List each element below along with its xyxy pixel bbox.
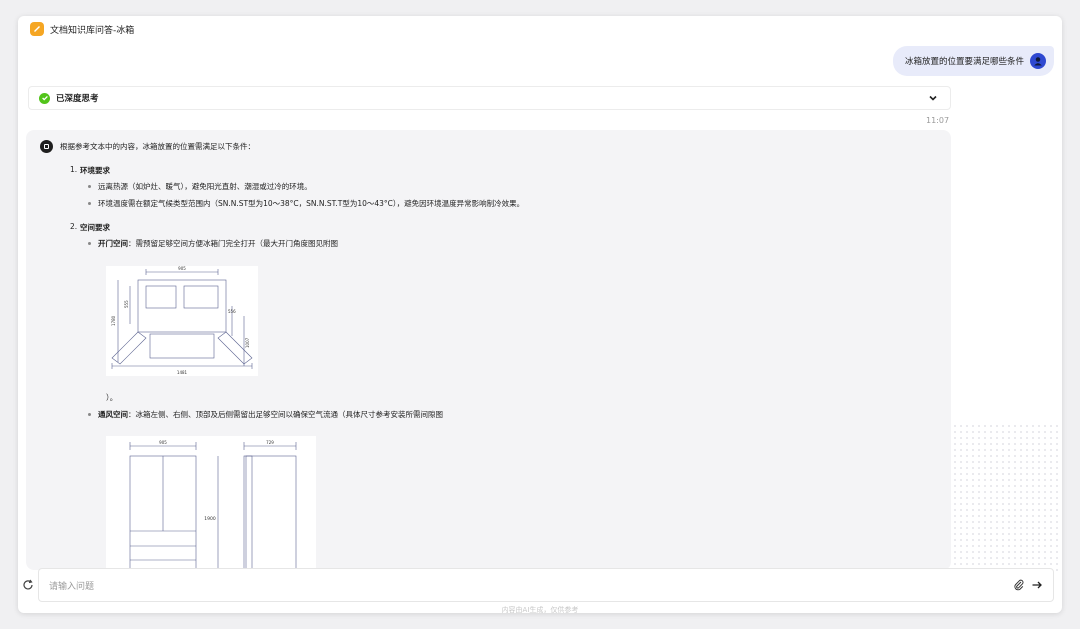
section1-number: 1. — [70, 165, 78, 174]
dim-label: 1481 — [177, 370, 188, 375]
message-timestamp: 11:07 — [926, 116, 950, 125]
bullet-dot — [88, 202, 91, 205]
dim-label: 1900 — [204, 516, 216, 522]
section2-number: 2. — [70, 222, 78, 231]
dim-label: 556 — [228, 309, 236, 314]
bullet-text: ：冰箱左侧、右侧、顶部及后侧需留出足够空间以确保空气流通（具体尺寸参考安装所需间… — [128, 410, 443, 419]
bullet-dot — [88, 413, 91, 416]
section2-bullet-1: 开门空间：需预留足够空间方便冰箱门完全打开（最大开门角度图见附图 — [98, 238, 338, 249]
check-icon — [39, 92, 50, 104]
thinking-toggle[interactable]: 已深度思考 — [28, 86, 951, 110]
chevron-down-icon[interactable] — [928, 93, 938, 103]
bullet-text: ：需预留足够空间方便冰箱门完全打开（最大开门角度图见附图 — [128, 239, 338, 248]
section2-title: 空间要求 — [80, 223, 110, 232]
section1-bullet-2: 环境温度需在额定气候类型范围内（SN.N.ST型为10～38°C，SN.N.ST… — [98, 199, 525, 208]
bullet-tail-text: ）。 — [106, 393, 118, 402]
dim-label: 729 — [266, 440, 274, 445]
dim-label: 905 — [178, 266, 186, 271]
section1-bullet-1: 远离热源（如炉灶、暖气），避免阳光直射、潮湿或过冷的环境。 — [98, 182, 312, 191]
refresh-icon[interactable] — [22, 579, 34, 591]
bullet-dot — [88, 185, 91, 188]
ventilation-diagram: 905 729 1900 — [106, 436, 316, 570]
bullet-dot — [88, 242, 91, 245]
input-placeholder: 请输入问题 — [49, 581, 95, 592]
dim-label: 555 — [124, 300, 129, 308]
door-opening-diagram: 905 1780 555 556 1007 1481 — [106, 266, 258, 376]
section2-bullet-2: 通风空间：冰箱左侧、右侧、顶部及后侧需留出足够空间以确保空气流通（具体尺寸参考安… — [98, 409, 443, 420]
footer-disclaimer: 内容由AI生成，仅供参考 — [501, 606, 579, 613]
bullet-bold-label: 开门空间 — [98, 239, 128, 248]
dim-label: 905 — [159, 440, 167, 445]
app-title: 文档知识库问答-冰箱 — [50, 25, 135, 36]
section1-title: 环境要求 — [80, 166, 110, 175]
answer-intro: 根据参考文本中的内容，冰箱放置的位置需满足以下条件： — [60, 142, 255, 151]
thinking-label: 已深度思考 — [56, 94, 99, 104]
user-message-text: 冰箱放置的位置要满足哪些条件 — [904, 57, 1024, 67]
dim-label: 1007 — [245, 337, 250, 348]
bullet-bold-label: 通风空间 — [98, 410, 128, 419]
user-message: 冰箱放置的位置要满足哪些条件 — [892, 46, 1054, 76]
dim-label: 1780 — [111, 315, 116, 326]
dot-pattern — [952, 423, 1062, 573]
app-window: 文档知识库问答-冰箱 冰箱放置的位置要满足哪些条件 已深度思考 11:07 根据… — [18, 16, 1062, 613]
bot-avatar-icon — [40, 140, 53, 153]
send-arrow-icon[interactable] — [1031, 579, 1043, 591]
question-input[interactable]: 请输入问题 — [38, 568, 1054, 602]
title-bar: 文档知识库问答-冰箱 — [30, 22, 134, 36]
user-avatar-icon — [1030, 53, 1046, 69]
attachment-icon[interactable] — [1013, 579, 1025, 591]
assistant-answer: 根据参考文本中的内容，冰箱放置的位置需满足以下条件： 1. 环境要求 远离热源（… — [26, 130, 951, 570]
app-logo-icon — [30, 22, 44, 36]
